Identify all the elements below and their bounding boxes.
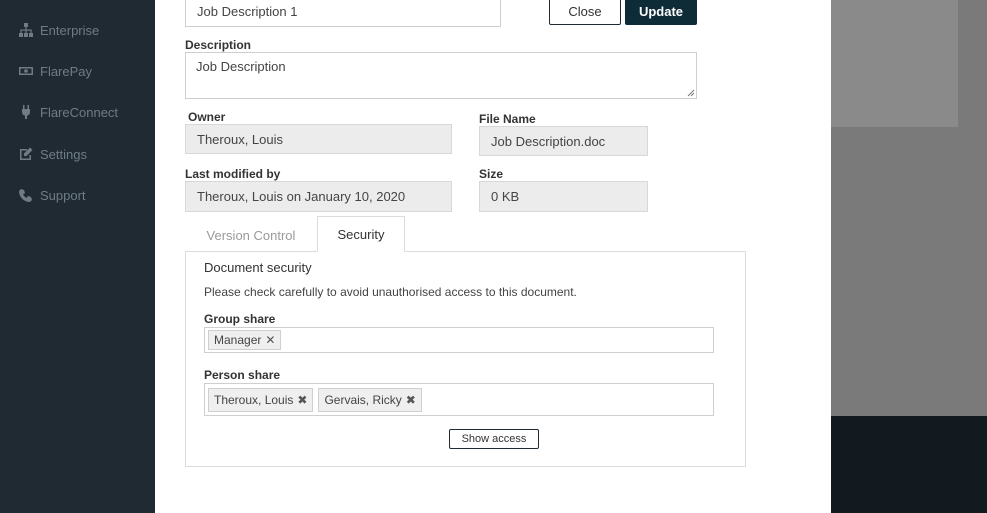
person-share-input[interactable]: Theroux, Louis ✖ Gervais, Ricky ✖: [204, 383, 714, 416]
edit-document-modal: Job Description 1 Close Update Descripti…: [155, 0, 831, 513]
sidebar-item-flareconnect[interactable]: FlareConnect: [18, 104, 118, 120]
sidebar-item-label: FlareConnect: [40, 104, 119, 120]
security-note: Please check carefully to avoid unauthor…: [204, 285, 577, 299]
owner-field: Theroux, Louis: [185, 124, 452, 154]
file-name-value: Job Description.doc: [491, 133, 606, 149]
description-textarea[interactable]: Job Description: [185, 52, 697, 99]
description-value: Job Description: [196, 59, 286, 74]
file-name-field: Job Description.doc: [479, 126, 648, 156]
description-label: Description: [185, 38, 252, 52]
tab-security[interactable]: Security: [317, 216, 405, 252]
document-title-value: Job Description 1: [197, 4, 298, 19]
group-share-label: Group share: [204, 312, 276, 326]
person-share-label: Person share: [204, 368, 281, 382]
sidebar-item-flarepay[interactable]: FlarePay: [18, 63, 92, 79]
money-icon: [19, 67, 33, 75]
show-access-button[interactable]: Show access: [449, 429, 539, 449]
owner-value: Theroux, Louis: [197, 131, 283, 147]
person-tag-label: Theroux, Louis: [214, 392, 294, 407]
owner-label: Owner: [188, 110, 226, 124]
tab-version-control[interactable]: Version Control: [185, 218, 317, 252]
size-label: Size: [479, 167, 504, 181]
last-modified-value: Theroux, Louis on January 10, 2020: [197, 189, 406, 204]
sidebar-item-support[interactable]: Support: [18, 187, 86, 203]
last-modified-label: Last modified by: [185, 167, 281, 181]
sidebar: Enterprise FlarePay FlareConnect Setting…: [0, 0, 155, 513]
person-tag: Theroux, Louis ✖: [208, 387, 314, 412]
close-button[interactable]: Close: [549, 0, 621, 25]
edit-icon: [20, 147, 33, 160]
document-security-title: Document security: [204, 260, 312, 275]
person-tag: Gervais, Ricky ✖: [318, 387, 422, 412]
remove-tag-icon[interactable]: ✖: [297, 393, 307, 407]
sitemap-icon: [19, 23, 33, 37]
sidebar-item-label: Settings: [40, 146, 87, 162]
remove-tag-icon[interactable]: ✖: [406, 393, 416, 407]
group-share-input[interactable]: Manager ✕: [204, 327, 714, 353]
phone-icon: [19, 189, 32, 202]
size-value: 0 KB: [491, 189, 520, 204]
sidebar-item-enterprise[interactable]: Enterprise: [18, 22, 99, 38]
sidebar-item-settings[interactable]: Settings: [18, 146, 87, 162]
sidebar-item-label: Enterprise: [40, 22, 100, 38]
sidebar-item-label: FlarePay: [40, 63, 93, 79]
person-tag-label: Gervais, Ricky: [324, 392, 402, 407]
remove-tag-icon[interactable]: ✕: [265, 333, 275, 347]
file-name-label: File Name: [479, 112, 536, 126]
group-tag: Manager ✕: [208, 330, 282, 350]
size-field: 0 KB: [479, 181, 648, 212]
plug-icon: [22, 105, 30, 119]
security-panel: Document security Please check carefully…: [185, 251, 746, 467]
last-modified-field: Theroux, Louis on January 10, 2020: [185, 181, 452, 212]
group-tag-label: Manager: [214, 333, 262, 347]
update-button[interactable]: Update: [625, 0, 697, 25]
background-footer: [831, 416, 987, 513]
sidebar-item-label: Support: [40, 187, 86, 203]
resize-grip-icon[interactable]: [687, 89, 695, 97]
background-card: [831, 0, 958, 127]
document-title-input[interactable]: Job Description 1: [185, 0, 501, 27]
